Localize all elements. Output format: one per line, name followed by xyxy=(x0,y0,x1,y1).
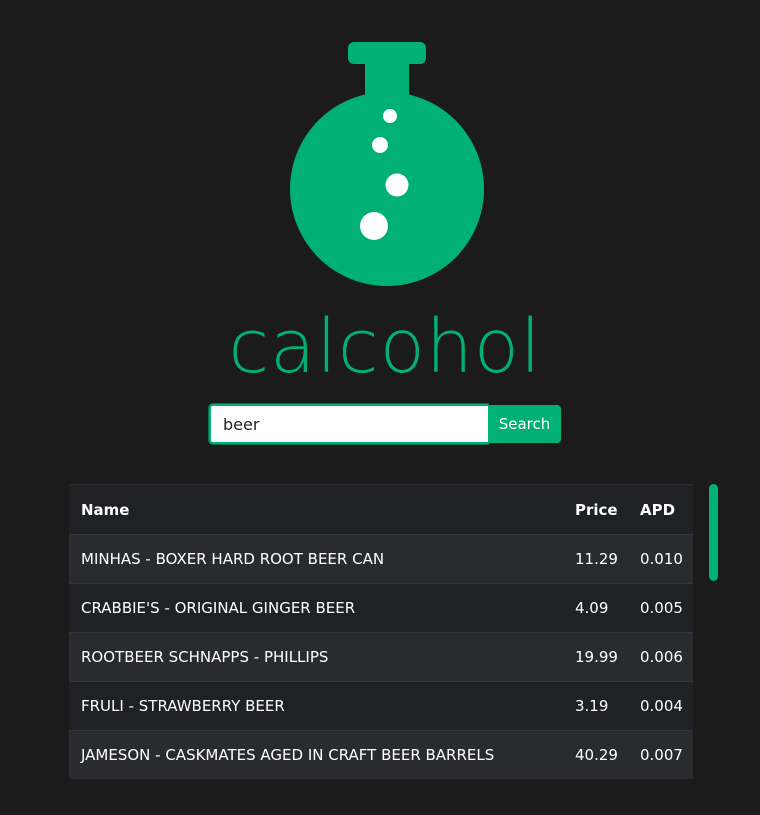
cell-apd: 0.005 xyxy=(628,583,693,633)
header-price[interactable]: Price xyxy=(563,484,628,535)
cell-apd: 0.007 xyxy=(628,730,693,779)
table-row[interactable]: JAMESON - CASKMATES AGED IN CRAFT BEER B… xyxy=(69,730,693,779)
results-table-container: Name Price APD MINHAS - BOXER HARD ROOT … xyxy=(69,484,693,779)
results-table: Name Price APD MINHAS - BOXER HARD ROOT … xyxy=(69,484,693,779)
table-row[interactable]: FRULI - STRAWBERRY BEER 3.19 0.004 xyxy=(69,681,693,731)
cell-price: 4.09 xyxy=(563,583,628,633)
cell-apd: 0.006 xyxy=(628,632,693,682)
table-row[interactable]: MINHAS - BOXER HARD ROOT BEER CAN 11.29 … xyxy=(69,534,693,584)
table-row[interactable]: ROOTBEER SCHNAPPS - PHILLIPS 19.99 0.006 xyxy=(69,632,693,682)
table-row[interactable]: CRABBIE'S - ORIGINAL GINGER BEER 4.09 0.… xyxy=(69,583,693,633)
cell-price: 11.29 xyxy=(563,534,628,584)
page: calcohol Search Name Price APD MINHAS - … xyxy=(0,0,760,815)
cell-price: 19.99 xyxy=(563,632,628,682)
header-name[interactable]: Name xyxy=(69,484,563,535)
cell-price: 3.19 xyxy=(563,681,628,731)
search-button[interactable]: Search xyxy=(488,405,561,443)
cell-apd: 0.010 xyxy=(628,534,693,584)
cell-name: MINHAS - BOXER HARD ROOT BEER CAN xyxy=(69,534,563,584)
cell-name: ROOTBEER SCHNAPPS - PHILLIPS xyxy=(69,632,563,682)
brand-name: calcohol xyxy=(228,304,542,390)
cell-name: FRULI - STRAWBERRY BEER xyxy=(69,681,563,731)
cell-name: JAMESON - CASKMATES AGED IN CRAFT BEER B… xyxy=(69,730,563,779)
search-input[interactable] xyxy=(209,404,488,444)
flask-icon xyxy=(290,42,484,286)
cell-name: CRABBIE'S - ORIGINAL GINGER BEER xyxy=(69,583,563,633)
header-apd[interactable]: APD xyxy=(628,484,693,535)
table-header-row: Name Price APD xyxy=(69,484,693,535)
scrollbar-thumb[interactable] xyxy=(709,484,718,581)
search-bar: Search xyxy=(209,404,561,444)
cell-apd: 0.004 xyxy=(628,681,693,731)
cell-price: 40.29 xyxy=(563,730,628,779)
